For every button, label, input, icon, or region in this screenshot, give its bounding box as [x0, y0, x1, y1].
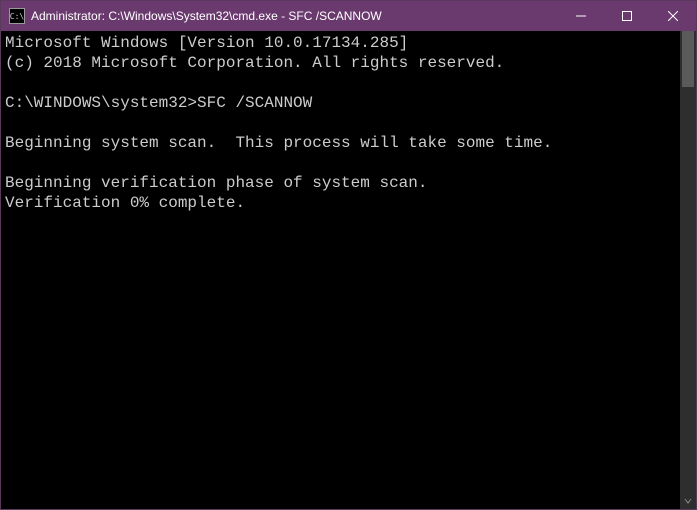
titlebar[interactable]: C:\ Administrator: C:\Windows\System32\c…: [1, 1, 696, 31]
app-icon-label: C:\: [10, 12, 24, 21]
close-icon: [668, 11, 678, 21]
terminal-line: (c) 2018 Microsoft Corporation. All righ…: [5, 53, 676, 73]
maximize-icon: [622, 11, 632, 21]
terminal-line: [5, 153, 676, 173]
chevron-down-icon: [684, 497, 692, 505]
maximize-button[interactable]: [604, 1, 650, 31]
terminal-line: C:\WINDOWS\system32>SFC /SCANNOW: [5, 93, 676, 113]
close-button[interactable]: [650, 1, 696, 31]
scroll-thumb[interactable]: [682, 31, 694, 87]
terminal-output[interactable]: Microsoft Windows [Version 10.0.17134.28…: [1, 31, 680, 509]
cmd-window: C:\ Administrator: C:\Windows\System32\c…: [0, 0, 697, 510]
terminal-line: Verification 0% complete.: [5, 193, 676, 213]
terminal-line: [5, 113, 676, 133]
client-area: Microsoft Windows [Version 10.0.17134.28…: [1, 31, 696, 509]
app-icon: C:\: [9, 8, 25, 24]
minimize-button[interactable]: [558, 1, 604, 31]
window-title: Administrator: C:\Windows\System32\cmd.e…: [31, 9, 382, 23]
scroll-down-button[interactable]: [680, 493, 696, 509]
terminal-line: Microsoft Windows [Version 10.0.17134.28…: [5, 33, 676, 53]
terminal-line: Beginning verification phase of system s…: [5, 173, 676, 193]
terminal-line: Beginning system scan. This process will…: [5, 133, 676, 153]
minimize-icon: [576, 11, 586, 21]
terminal-line: [5, 73, 676, 93]
vertical-scrollbar[interactable]: [680, 31, 696, 509]
